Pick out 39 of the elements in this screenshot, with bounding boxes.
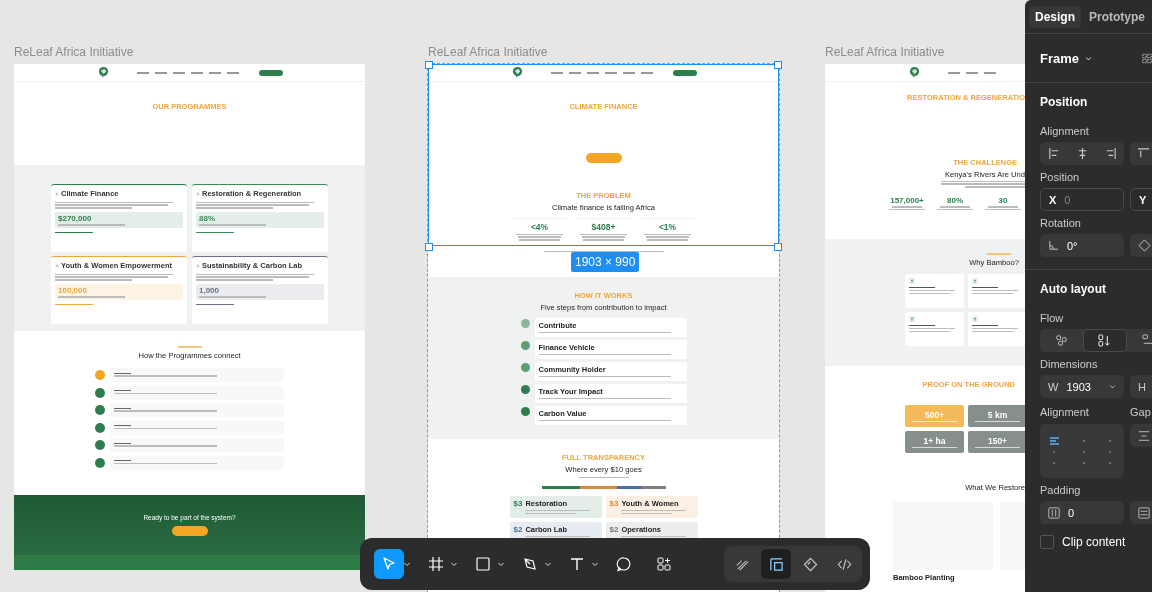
field-label: Position (1040, 171, 1081, 183)
field-label: Padding (1040, 484, 1082, 496)
field-label: Flow (1040, 312, 1065, 324)
stat-value: 88% (199, 213, 216, 223)
size-badge: 1903 × 990 (571, 252, 640, 272)
frame-dropdown[interactable]: Frame (1040, 50, 1093, 66)
stat-value: 157,000+ (890, 195, 924, 205)
stat-value: <1% (658, 222, 677, 232)
height-field[interactable]: H (1130, 375, 1152, 398)
stat-value: 500+ (924, 409, 945, 420)
y-field[interactable]: Y (1130, 188, 1152, 211)
x-field[interactable]: X 0 (1040, 188, 1124, 211)
rotation-field[interactable]: 0° (1040, 234, 1124, 257)
stat-value: 1+ ha (923, 435, 946, 446)
field-label: Alignment (1040, 125, 1090, 137)
width-field[interactable]: W 1903 (1040, 375, 1124, 398)
field-label: Gap (1130, 406, 1152, 418)
field-label: Rotation (1040, 217, 1082, 229)
panel-tab[interactable]: Design (1029, 5, 1081, 28)
stat-value: <4% (530, 222, 549, 232)
field-label: Alignment (1040, 406, 1090, 418)
stat-value: 100,000 (58, 285, 88, 295)
stat-value: 150+ (987, 435, 1008, 446)
section-heading: Position (1040, 95, 1089, 109)
stat-value: 80% (947, 195, 963, 205)
panel-tab[interactable]: Prototype (1083, 5, 1152, 28)
checkbox-label: Clip content (1062, 535, 1126, 549)
section-heading: Auto layout (1040, 282, 1107, 296)
stat-value: 30 (998, 195, 1008, 205)
amount: $2 (609, 525, 619, 537)
amount: $3 (513, 499, 523, 511)
stat-value: $408+ (591, 222, 616, 232)
stat-value: 1,000 (199, 285, 221, 295)
padding-field[interactable]: 0 (1040, 501, 1124, 524)
amount: $2 (513, 525, 523, 537)
field-label: Dimensions (1040, 358, 1099, 370)
stat-value: $270,000 (58, 213, 93, 223)
stat-value: 5 km (987, 409, 1008, 420)
amount: $3 (609, 499, 619, 511)
